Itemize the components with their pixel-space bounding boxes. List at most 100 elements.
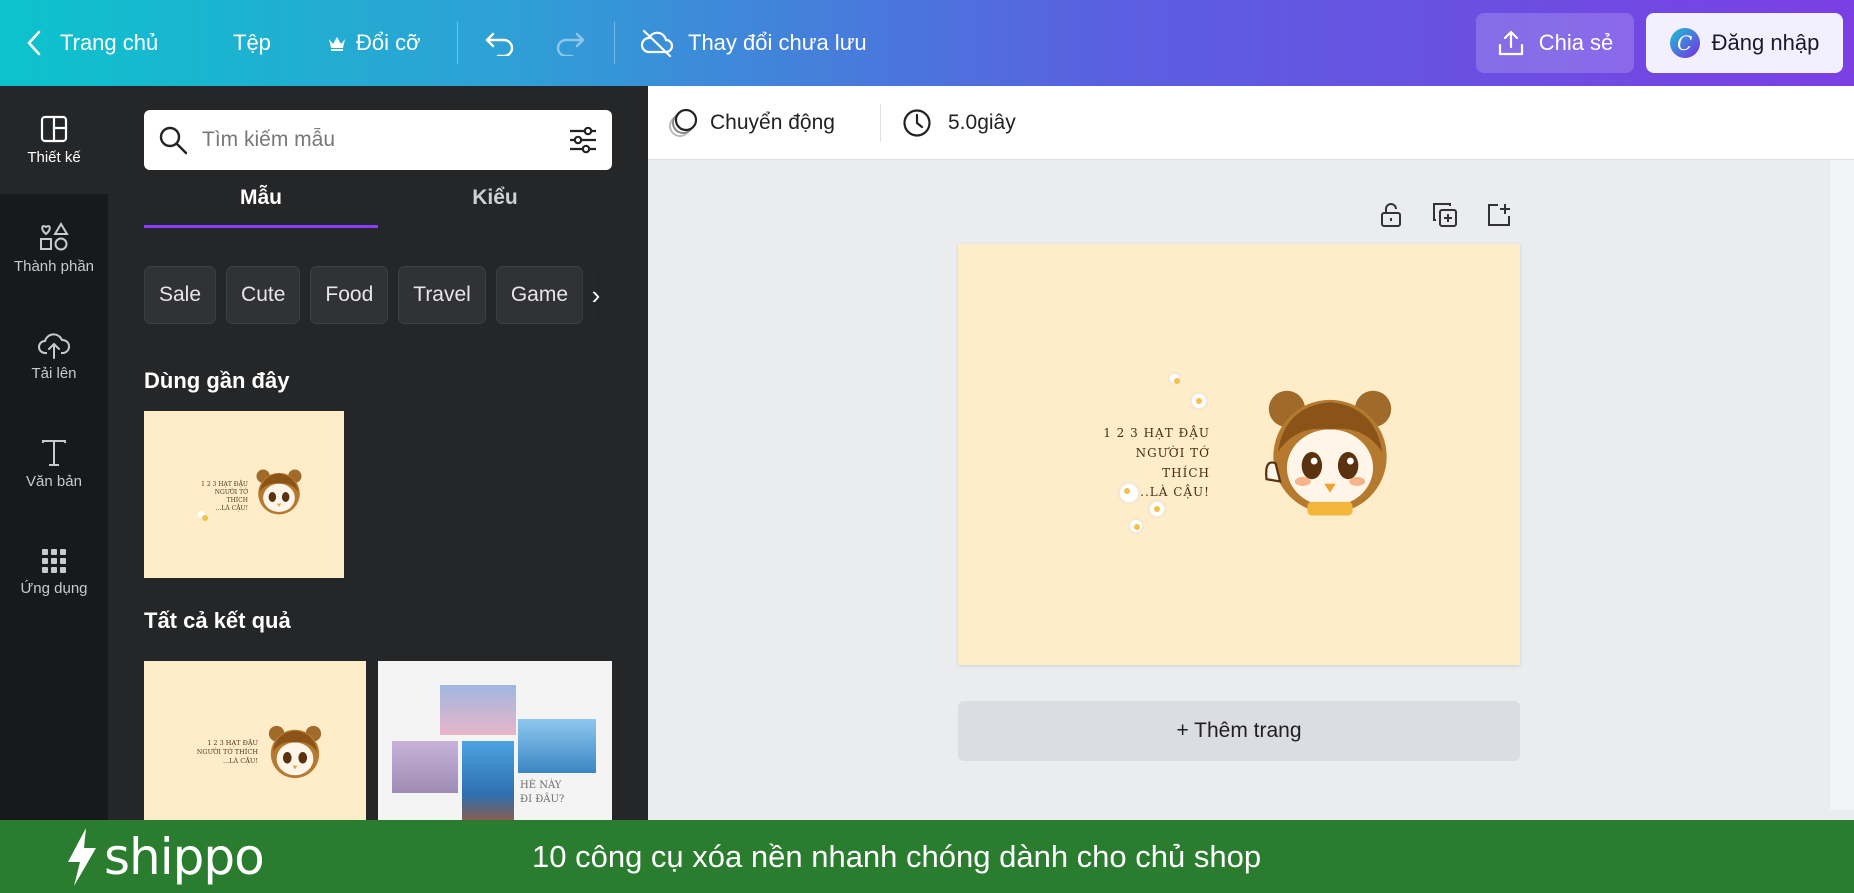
home-button[interactable]: Trang chủ <box>26 0 158 86</box>
apps-grid-icon <box>42 548 66 573</box>
vertical-scrollbar[interactable] <box>1830 160 1854 810</box>
travel-title: HÈ NÀY ĐI ĐÂU? <box>520 779 564 807</box>
tab-styles[interactable]: Kiểu <box>378 186 612 228</box>
result-template-thumb[interactable]: 1 2 3 HẠT ĐẬU NGƯỜI TỚ THÍCH ...LÀ CẬU! <box>144 661 366 820</box>
rail-label: Văn bản <box>26 472 82 490</box>
chip-food[interactable]: Food <box>310 266 389 324</box>
category-chips: Sale Cute Food Travel Game L <box>144 266 612 326</box>
templates-panel: Mẫu Kiểu Sale Cute Food Travel Game L › … <box>108 86 648 820</box>
rail-label: Tải lên <box>31 364 77 382</box>
photo-sea <box>462 741 514 820</box>
rail-item-apps[interactable]: Ứng dụng <box>0 518 108 626</box>
chip-cute[interactable]: Cute <box>226 266 301 324</box>
flower-decoration <box>1170 374 1180 384</box>
promo-banner: shippo 10 công cụ xóa nền nhanh chóng dà… <box>0 820 1854 893</box>
upload-icon <box>1498 30 1523 56</box>
context-toolbar: Chuyển động 5.0giây <box>648 86 1854 160</box>
animate-button[interactable]: Chuyển động <box>668 86 835 160</box>
thumb-line: ...LÀ CẬU! <box>222 756 258 765</box>
undo-button[interactable] <box>484 0 516 86</box>
rail-item-design[interactable]: Thiết kế <box>0 86 108 194</box>
canvas-text-line: NGƯỜI TỚ THÍCH <box>1135 445 1210 480</box>
photo-beach <box>518 719 596 773</box>
tab-label: Kiểu <box>472 186 518 209</box>
recent-template-thumb[interactable]: 1 2 3 HẠT ĐẬU NGƯỜI TỚ THÍCH ...LÀ CẬU! <box>144 411 344 578</box>
undo-icon <box>485 32 514 56</box>
flower-decoration <box>1150 502 1164 516</box>
rail-item-text[interactable]: Văn bản <box>0 410 108 518</box>
thumb-line: NGƯỜI TỚ THÍCH <box>214 489 248 505</box>
chip-sale[interactable]: Sale <box>144 266 217 324</box>
toolbar-divider <box>880 104 881 142</box>
text-icon <box>42 439 66 466</box>
thumb-text: 1 2 3 HẠT ĐẬU NGƯỜI TỚ THÍCH ...LÀ CẬU! <box>194 739 258 765</box>
resize-label: Đổi cỡ <box>356 30 421 55</box>
share-label: Chia sẻ <box>1538 30 1614 55</box>
file-label: Tệp <box>233 30 271 55</box>
lightning-icon <box>68 827 96 886</box>
photo-sky <box>440 685 516 735</box>
lock-open-icon <box>1381 203 1401 227</box>
share-button[interactable]: Chia sẻ <box>1476 13 1634 73</box>
chip-game[interactable]: Game <box>495 266 584 324</box>
rail-label: Thiết kế <box>27 148 81 166</box>
tab-label: Mẫu <box>240 186 282 209</box>
shippo-logo: shippo <box>64 820 265 893</box>
redo-icon <box>556 32 585 56</box>
canvas-text-line: 1 2 3 HẠT ĐẬU <box>1103 426 1210 440</box>
top-toolbar: Trang chủ Tệp Đổi cỡ Thay đổi chưa lưu C… <box>0 0 1854 86</box>
cloud-upload-icon <box>38 332 70 359</box>
thumb-line: 1 2 3 HẠT ĐẬU <box>201 481 248 488</box>
template-search-input[interactable] <box>202 128 554 152</box>
chibi-girl-illustration[interactable] <box>1262 384 1398 520</box>
shippo-wordmark: shippo <box>104 827 265 886</box>
lock-page-button[interactable] <box>1374 198 1408 232</box>
recent-section-title: Dùng gần đây <box>144 368 290 393</box>
travel-template-thumb[interactable]: HÈ NÀY ĐI ĐÂU? <box>378 661 612 820</box>
chip-travel[interactable]: Travel <box>398 266 486 324</box>
shapes-icon <box>40 221 69 250</box>
chibi-girl-illustration <box>268 725 322 779</box>
home-label: Trang chủ <box>60 30 159 55</box>
animate-icon <box>669 108 698 137</box>
thumb-text: 1 2 3 HẠT ĐẬU NGƯỜI TỚ THÍCH ...LÀ CẬU! <box>194 481 248 513</box>
add-page-button[interactable]: + Thêm trang <box>958 701 1520 761</box>
travel-title-line: ĐI ĐÂU? <box>520 794 565 805</box>
search-icon <box>159 126 188 155</box>
flower-decoration <box>1120 484 1138 502</box>
save-status-text: Thay đổi chưa lưu <box>688 30 867 55</box>
cloud-off-icon <box>640 29 674 57</box>
template-search-box <box>144 110 612 170</box>
photo-reeds <box>392 741 458 793</box>
add-page-icon-button[interactable] <box>1482 198 1516 232</box>
filter-sliders-icon[interactable] <box>568 125 598 155</box>
flower-decoration <box>1130 520 1142 532</box>
layout-icon <box>40 115 68 142</box>
crown-icon <box>329 37 345 51</box>
canvas-text-block[interactable]: 1 2 3 HẠT ĐẬU NGƯỜI TỚ THÍCH ...LÀ CẬU! <box>1092 424 1210 503</box>
resize-button[interactable]: Đổi cỡ <box>328 0 421 86</box>
toolbar-divider <box>457 22 458 64</box>
rail-item-uploads[interactable]: Tải lên <box>0 302 108 410</box>
file-menu-button[interactable]: Tệp <box>233 0 271 86</box>
rail-label: Thành phần <box>13 257 95 275</box>
chips-scroll-right-icon[interactable]: › <box>578 266 614 324</box>
tab-templates[interactable]: Mẫu <box>144 186 378 228</box>
chibi-girl-illustration <box>256 469 302 515</box>
canvas-text-line: ...LÀ CẬU! <box>1135 485 1210 500</box>
flower-decoration <box>1192 394 1206 408</box>
redo-button[interactable] <box>554 0 586 86</box>
duration-label: 5.0giây <box>948 111 1016 134</box>
save-status[interactable]: Thay đổi chưa lưu <box>640 0 867 86</box>
chevron-left-icon <box>27 30 41 56</box>
add-page-icon <box>1488 204 1510 226</box>
rail-item-elements[interactable]: Thành phần <box>0 194 108 302</box>
animate-label: Chuyển động <box>710 111 835 134</box>
duplicate-page-button[interactable] <box>1428 198 1462 232</box>
canva-logo-icon: C <box>1669 28 1700 58</box>
design-page[interactable]: 1 2 3 HẠT ĐẬU NGƯỜI TỚ THÍCH ...LÀ CẬU! <box>958 244 1520 665</box>
login-label: Đăng nhập <box>1711 30 1820 55</box>
side-rail: Thiết kế Thành phần Tải lên Văn bản Ứng … <box>0 86 108 820</box>
login-button[interactable]: C Đăng nhập <box>1646 13 1843 73</box>
duration-button[interactable]: 5.0giây <box>902 86 1016 160</box>
